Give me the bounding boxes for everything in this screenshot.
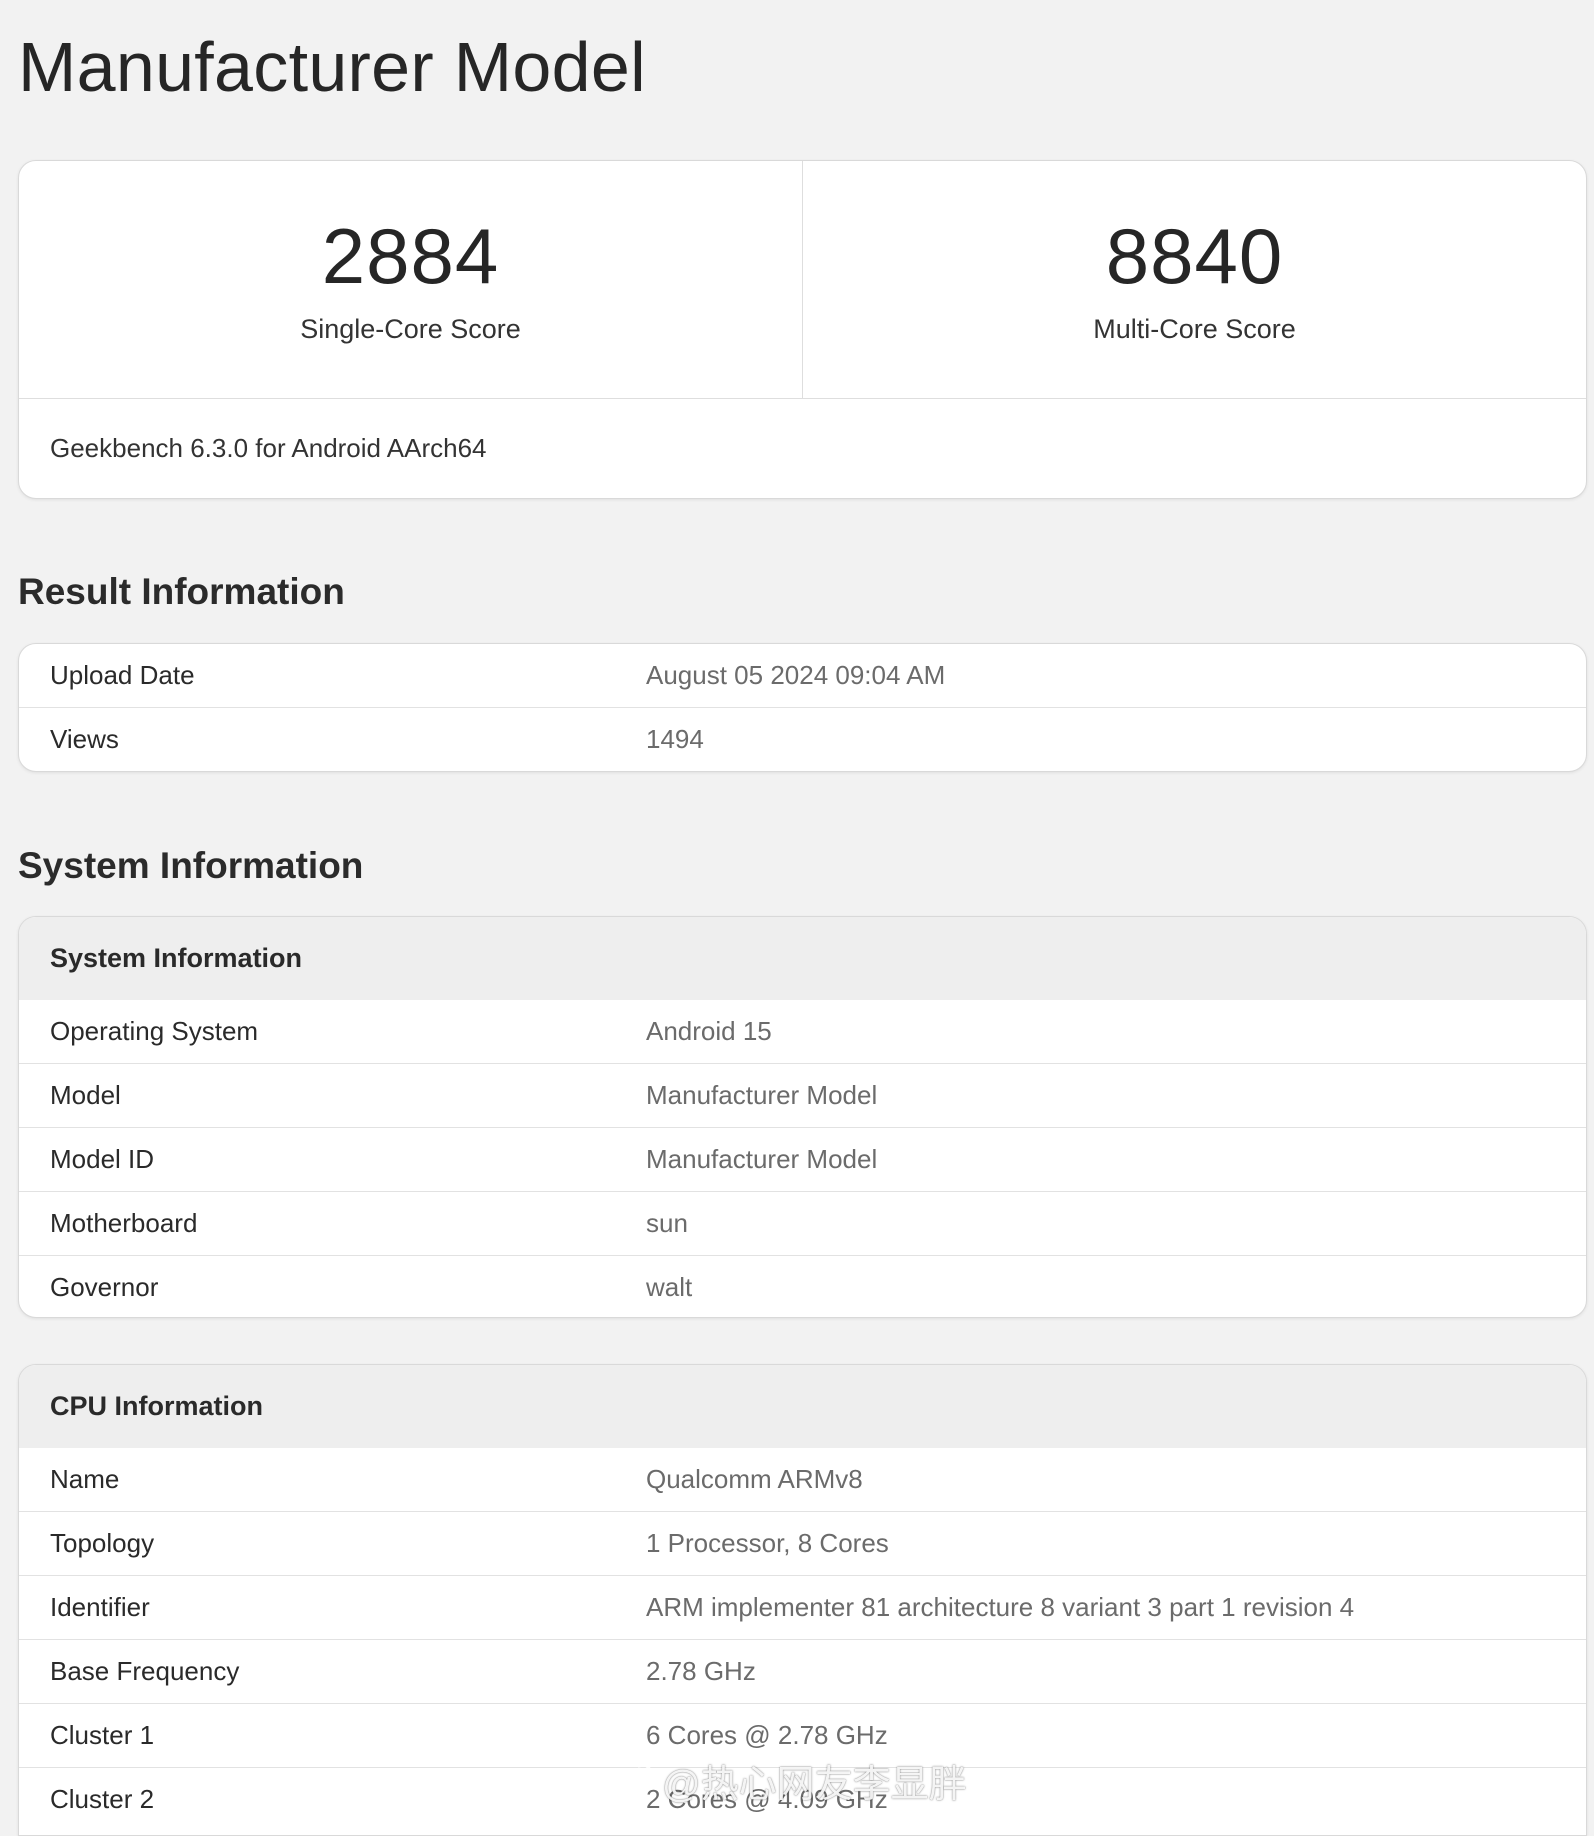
row-key: Topology <box>50 1528 155 1558</box>
row-key: Views <box>50 724 119 754</box>
table-row: Identifier ARM implementer 81 architectu… <box>19 1575 1586 1639</box>
row-key: Governor <box>50 1272 159 1302</box>
multi-core-score-value: 8840 <box>1105 212 1284 300</box>
row-key: Model ID <box>50 1144 155 1174</box>
row-value: walt <box>646 1272 693 1302</box>
table-row: Base Frequency 2.78 GHz <box>19 1639 1586 1703</box>
row-key: Base Frequency <box>50 1656 240 1686</box>
table-row: Model ID Manufacturer Model <box>19 1127 1586 1191</box>
benchmark-version: Geekbench 6.3.0 for Android AArch64 <box>50 433 487 463</box>
row-value: 1 Processor, 8 Cores <box>646 1528 889 1558</box>
row-value: 1494 <box>646 724 704 754</box>
row-key: Identifier <box>50 1592 150 1622</box>
table-row: Name Qualcomm ARMv8 <box>19 1448 1586 1511</box>
row-key: Cluster 2 <box>50 1784 155 1814</box>
row-key: Motherboard <box>50 1208 198 1238</box>
table-row: Motherboard sun <box>19 1191 1586 1255</box>
row-value: Manufacturer Model <box>646 1144 878 1174</box>
page-title: Manufacturer Model <box>18 28 646 106</box>
row-value: sun <box>646 1208 688 1238</box>
table-header: CPU Information <box>19 1365 1586 1448</box>
row-value: Android 15 <box>646 1016 772 1046</box>
row-value: Qualcomm ARMv8 <box>646 1464 863 1494</box>
row-value: 2 Cores @ 4.09 GHz <box>646 1784 888 1814</box>
row-key: Cluster 1 <box>50 1720 155 1750</box>
result-information-title: Result Information <box>18 571 345 612</box>
table-row: Cluster 1 6 Cores @ 2.78 GHz <box>19 1703 1586 1767</box>
table-header: System Information <box>19 917 1586 1000</box>
row-value: August 05 2024 09:04 AM <box>646 660 946 690</box>
score-card: 2884 Single-Core Score 8840 Multi-Core S… <box>18 160 1587 499</box>
table-row: Model Manufacturer Model <box>19 1063 1586 1127</box>
row-key: Upload Date <box>50 660 195 690</box>
single-core-score: 2884 Single-Core Score <box>19 161 802 398</box>
row-value: 2.78 GHz <box>646 1656 756 1686</box>
table-row: Governor walt <box>19 1255 1586 1317</box>
row-key: Model <box>50 1080 121 1110</box>
single-core-score-value: 2884 <box>321 212 500 300</box>
system-information-title: System Information <box>18 845 364 886</box>
table-row: Cluster 2 2 Cores @ 4.09 GHz <box>19 1767 1586 1831</box>
table-row: Upload Date August 05 2024 09:04 AM <box>19 644 1586 707</box>
system-information-table: System Information Operating System Andr… <box>18 916 1587 1318</box>
multi-core-score-label: Multi-Core Score <box>1093 314 1296 344</box>
result-information-table: Upload Date August 05 2024 09:04 AM View… <box>18 643 1587 772</box>
row-value: 6 Cores @ 2.78 GHz <box>646 1720 888 1750</box>
multi-core-score: 8840 Multi-Core Score <box>802 161 1586 398</box>
table-row: Topology 1 Processor, 8 Cores <box>19 1511 1586 1575</box>
table-row: Operating System Android 15 <box>19 1000 1586 1063</box>
row-key: Operating System <box>50 1016 259 1046</box>
cpu-information-table: CPU Information Name Qualcomm ARMv8 Topo… <box>18 1364 1587 1836</box>
row-value: Manufacturer Model <box>646 1080 878 1110</box>
score-row: 2884 Single-Core Score 8840 Multi-Core S… <box>19 161 1586 399</box>
row-key: Name <box>50 1464 120 1494</box>
table-row: Views 1494 <box>19 707 1586 771</box>
single-core-score-label: Single-Core Score <box>300 314 521 344</box>
row-value: ARM implementer 81 architecture 8 varian… <box>646 1592 1355 1622</box>
